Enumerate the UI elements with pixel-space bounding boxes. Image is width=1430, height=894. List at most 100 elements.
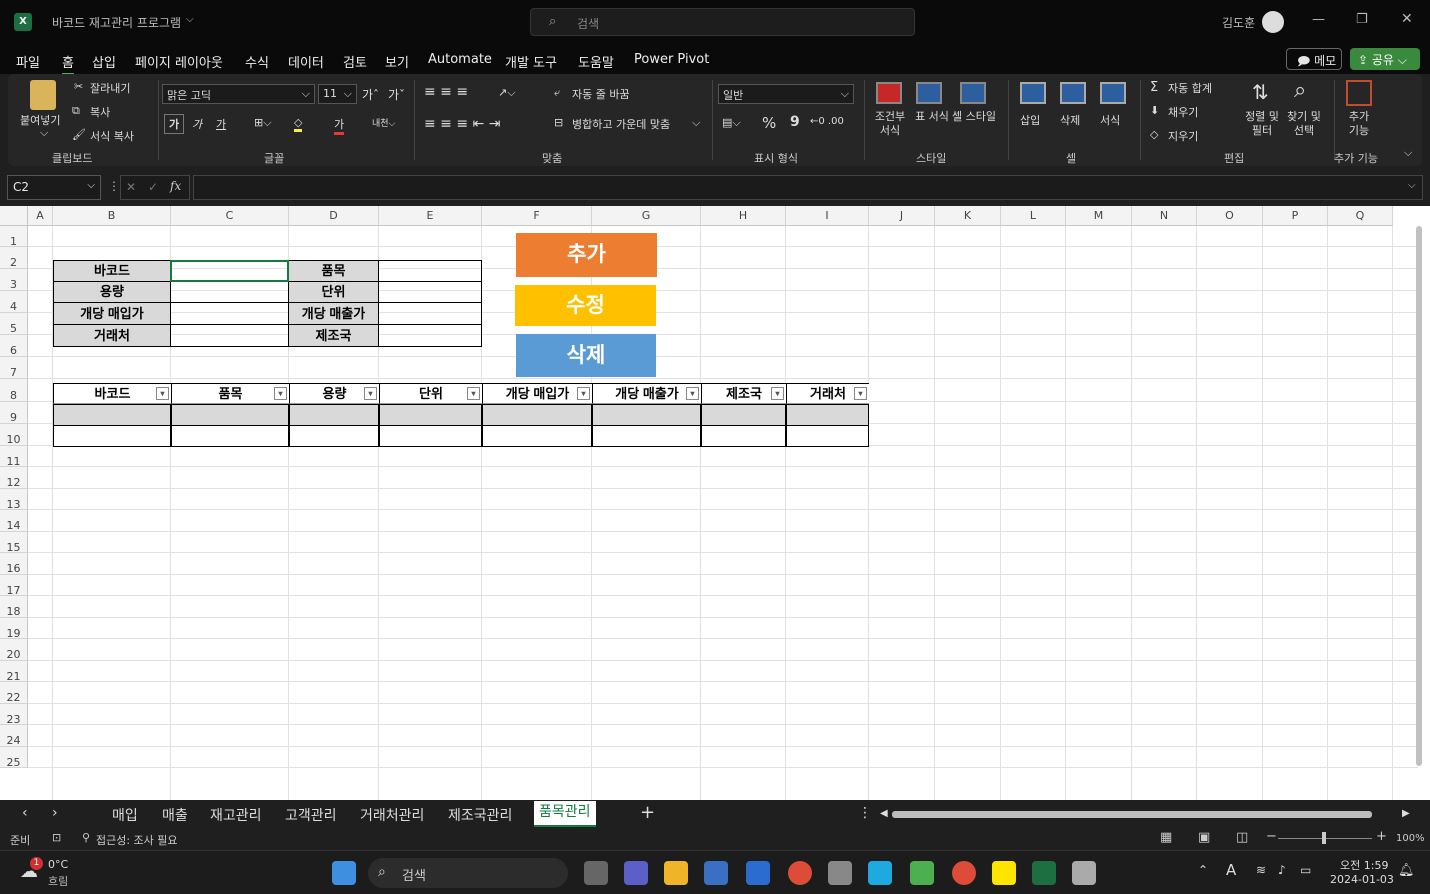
menu-developer[interactable]: 개발 도구 <box>505 52 557 71</box>
column-header[interactable]: K <box>935 206 1001 226</box>
filter-dropdown-icon[interactable]: ▾ <box>771 387 784 400</box>
table-cell[interactable] <box>592 404 701 426</box>
chevron-down-icon[interactable]: ⌵ <box>692 116 700 130</box>
filter-dropdown-icon[interactable]: ▾ <box>156 387 169 400</box>
wrap-text-button[interactable]: 자동 줄 바꿈 <box>572 86 630 102</box>
row-header[interactable]: 19 <box>0 618 28 640</box>
row-header[interactable]: 9 <box>0 402 28 424</box>
page-break-view-icon[interactable]: ◫ <box>1236 830 1248 845</box>
column-header[interactable]: G <box>592 206 701 226</box>
app-title[interactable]: 바코드 재고관리 프로그램 <box>52 14 181 31</box>
sort-filter-button[interactable]: 정렬 및 필터 <box>1242 110 1282 138</box>
search-box[interactable]: ⌕ 검색 <box>530 8 915 36</box>
chevron-up-icon[interactable]: ⌃ <box>1198 863 1208 877</box>
page-layout-view-icon[interactable]: ▣ <box>1198 830 1210 845</box>
cell-style-button[interactable]: 셀 스타일 <box>952 110 996 124</box>
table-cell[interactable] <box>379 425 482 447</box>
font-color-button[interactable]: 가 <box>334 116 345 135</box>
row-header[interactable]: 25 <box>0 747 28 769</box>
next-sheet-icon[interactable]: › <box>52 805 58 821</box>
cut-button[interactable]: 잘라내기 <box>90 80 130 96</box>
table-cell[interactable] <box>53 425 171 447</box>
excel-taskbar-icon[interactable] <box>1032 861 1056 885</box>
column-header[interactable]: M <box>1066 206 1132 226</box>
bold-button[interactable]: 가 <box>164 114 185 134</box>
file-explorer-icon[interactable] <box>664 861 688 885</box>
taskbar-search[interactable]: ⌕ 검색 <box>368 858 568 888</box>
row-header[interactable]: 13 <box>0 489 28 511</box>
column-header[interactable]: L <box>1001 206 1066 226</box>
delete-cells-button[interactable]: 삭제 <box>1060 112 1080 128</box>
snipping-icon[interactable] <box>1072 861 1096 885</box>
comma-button[interactable]: 9 <box>790 114 800 130</box>
column-header[interactable]: N <box>1132 206 1197 226</box>
row-header[interactable]: 8 <box>0 379 28 402</box>
macro-icon[interactable]: ⊡ <box>52 831 61 844</box>
menu-file[interactable]: 파일 <box>16 52 40 71</box>
avatar[interactable] <box>1262 11 1284 33</box>
start-icon[interactable] <box>332 861 356 885</box>
conditional-format-button[interactable]: 조건부 서식 <box>870 110 910 138</box>
clear-button[interactable]: 지우기 <box>1168 128 1198 144</box>
close-icon[interactable]: ✕ <box>1401 11 1413 27</box>
row-header[interactable]: 7 <box>0 357 28 379</box>
row-header[interactable]: 3 <box>0 269 28 291</box>
format-cells-button[interactable]: 서식 <box>1100 112 1120 128</box>
column-header[interactable]: E <box>379 206 482 226</box>
table-format-button[interactable]: 표 서식 <box>912 110 952 124</box>
filter-dropdown-icon[interactable]: ▾ <box>364 387 377 400</box>
row-header[interactable]: 17 <box>0 575 28 597</box>
add-button[interactable]: 추가 <box>516 233 657 277</box>
paste-icon[interactable] <box>30 80 56 110</box>
select-all-corner[interactable] <box>0 206 28 226</box>
column-header[interactable]: O <box>1197 206 1263 226</box>
vertical-scrollbar[interactable] <box>1416 226 1422 766</box>
task-view-icon[interactable] <box>584 861 608 885</box>
row-header[interactable]: 16 <box>0 553 28 575</box>
find-select-button[interactable]: 찾기 및 선택 <box>1284 110 1324 138</box>
decimal-icon[interactable]: ←0 .00 <box>810 116 844 127</box>
clock-time[interactable]: 오전 1:59 <box>1340 857 1388 873</box>
accessibility-status[interactable]: 접근성: 조사 필요 <box>96 832 178 848</box>
menu-power-pivot[interactable]: Power Pivot <box>634 52 709 67</box>
format-painter-button[interactable]: 서식 복사 <box>90 128 134 144</box>
supplier-input-cell[interactable] <box>170 324 289 347</box>
menu-home[interactable]: 홈 <box>62 52 74 75</box>
orientation-icon[interactable]: ↗⌵ <box>498 86 516 100</box>
item-input-cell[interactable] <box>378 260 482 282</box>
table-cell[interactable] <box>171 404 289 426</box>
kakao-icon[interactable] <box>910 861 934 885</box>
row-header[interactable]: 20 <box>0 639 28 661</box>
sell-price-input-cell[interactable] <box>378 302 482 325</box>
font-name-select[interactable]: 맑은 고딕 ⌵ <box>162 84 315 104</box>
battery-icon[interactable]: ▭ <box>1300 863 1311 877</box>
underline-button[interactable]: 가 <box>216 116 226 132</box>
app-icon[interactable] <box>868 861 892 885</box>
normal-view-icon[interactable]: ▦ <box>1160 830 1172 845</box>
wifi-icon[interactable]: ≋ <box>1256 863 1266 877</box>
row-header[interactable]: 22 <box>0 682 28 704</box>
table-cell[interactable] <box>53 404 171 426</box>
clock-date[interactable]: 2024-01-03 <box>1330 873 1394 886</box>
sheet-tab[interactable]: 매입 <box>112 805 138 825</box>
teams-icon[interactable] <box>624 861 648 885</box>
row-header[interactable]: 2 <box>0 247 28 269</box>
maker-input-cell[interactable] <box>378 324 482 347</box>
column-header[interactable]: F <box>482 206 592 226</box>
menu-automate[interactable]: Automate <box>428 52 492 67</box>
menu-review[interactable]: 검토 <box>343 52 367 71</box>
chrome-profile-icon[interactable] <box>952 861 976 885</box>
kakaotalk-icon[interactable] <box>992 861 1016 885</box>
column-header[interactable]: I <box>786 206 869 226</box>
filter-dropdown-icon[interactable]: ▾ <box>854 387 867 400</box>
worksheet-grid[interactable]: ABCDEFGHIJKLMNOPQ 1 2 3 4 5 6 7 8 9 10 11 12 13 14 15 1… <box>0 206 1430 800</box>
menu-formulas[interactable]: 수식 <box>245 52 269 71</box>
table-cell[interactable] <box>171 425 289 447</box>
chrome-icon[interactable] <box>788 861 812 885</box>
table-cell[interactable] <box>592 425 701 447</box>
font-size-select[interactable]: 11 ⌵ <box>318 84 357 104</box>
sheet-tab[interactable]: 재고관리 <box>210 805 262 825</box>
shrink-font-button[interactable]: 가ˇ <box>388 86 405 103</box>
row-header[interactable]: 1 <box>0 226 28 248</box>
share-button[interactable]: ⇪ 공유 ⌵ <box>1350 48 1420 70</box>
